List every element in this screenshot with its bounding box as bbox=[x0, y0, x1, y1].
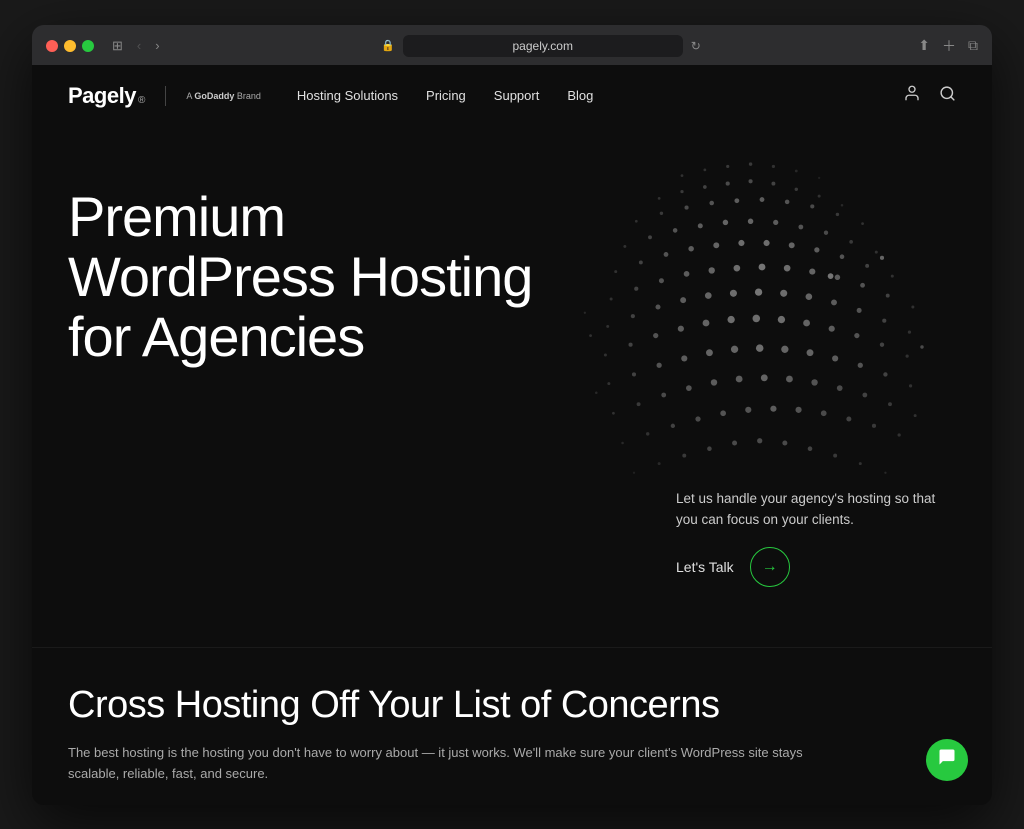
logo-sup: ® bbox=[138, 95, 145, 106]
cta-arrow-button[interactable]: → bbox=[750, 547, 790, 587]
website-wrapper: Pagely ® A GoDaddy Brand Hosting Solutio… bbox=[32, 65, 992, 805]
browser-controls: ⊞ ‹ › bbox=[108, 36, 164, 56]
hero-title: Premium WordPress Hosting for Agencies bbox=[68, 187, 548, 368]
nav-right bbox=[903, 84, 956, 107]
nav-links: Hosting Solutions Pricing Support Blog bbox=[297, 88, 903, 103]
logo-divider bbox=[165, 86, 166, 106]
browser-chrome: ⊞ ‹ › 🔒 ↻ ⬆ ＋ ⧉ bbox=[32, 25, 992, 65]
search-icon[interactable] bbox=[939, 85, 956, 107]
hero-section: Premium WordPress Hosting for Agencies L… bbox=[32, 127, 992, 647]
share-icon[interactable]: ⬆ bbox=[918, 37, 930, 54]
hero-cta: Let's Talk → bbox=[676, 547, 956, 587]
minimize-button[interactable] bbox=[64, 40, 76, 52]
website: Pagely ® A GoDaddy Brand Hosting Solutio… bbox=[32, 65, 992, 805]
traffic-lights bbox=[46, 40, 94, 52]
cta-lets-talk-link[interactable]: Let's Talk bbox=[676, 559, 734, 575]
navigation: Pagely ® A GoDaddy Brand Hosting Solutio… bbox=[32, 65, 992, 127]
chat-bubble-button[interactable] bbox=[926, 739, 968, 781]
close-button[interactable] bbox=[46, 40, 58, 52]
nav-item-blog[interactable]: Blog bbox=[567, 88, 593, 103]
forward-button[interactable]: › bbox=[151, 36, 163, 55]
hero-content: Premium WordPress Hosting for Agencies bbox=[68, 187, 956, 368]
windows-icon[interactable]: ⧉ bbox=[968, 37, 978, 54]
nav-item-pricing[interactable]: Pricing bbox=[426, 88, 466, 103]
logo-text: Pagely bbox=[68, 83, 136, 109]
cross-hosting-description: The best hosting is the hosting you don'… bbox=[68, 743, 848, 785]
refresh-icon[interactable]: ↻ bbox=[691, 39, 701, 53]
sidebar-toggle-icon[interactable]: ⊞ bbox=[108, 36, 127, 56]
security-icon: 🔒 bbox=[381, 39, 395, 52]
nav-item-hosting-solutions[interactable]: Hosting Solutions bbox=[297, 88, 398, 103]
godaddy-badge: A GoDaddy Brand bbox=[186, 91, 261, 101]
back-button[interactable]: ‹ bbox=[133, 36, 145, 55]
maximize-button[interactable] bbox=[82, 40, 94, 52]
logo[interactable]: Pagely ® bbox=[68, 83, 145, 109]
chat-icon bbox=[937, 747, 957, 772]
hero-right-panel: Let us handle your agency's hosting so t… bbox=[676, 489, 956, 587]
address-bar: 🔒 ↻ bbox=[174, 35, 909, 57]
user-icon[interactable] bbox=[903, 84, 921, 107]
arrow-right-icon: → bbox=[762, 558, 778, 576]
browser-actions: ⬆ ＋ ⧉ bbox=[918, 36, 978, 56]
logo-container: Pagely ® A GoDaddy Brand bbox=[68, 83, 261, 109]
hero-description: Let us handle your agency's hosting so t… bbox=[676, 489, 956, 531]
cross-hosting-section: Cross Hosting Off Your List of Concerns … bbox=[32, 647, 992, 805]
url-input[interactable] bbox=[403, 35, 683, 57]
new-tab-icon[interactable]: ＋ bbox=[942, 36, 956, 56]
cross-hosting-title: Cross Hosting Off Your List of Concerns bbox=[68, 684, 956, 727]
nav-item-support[interactable]: Support bbox=[494, 88, 540, 103]
